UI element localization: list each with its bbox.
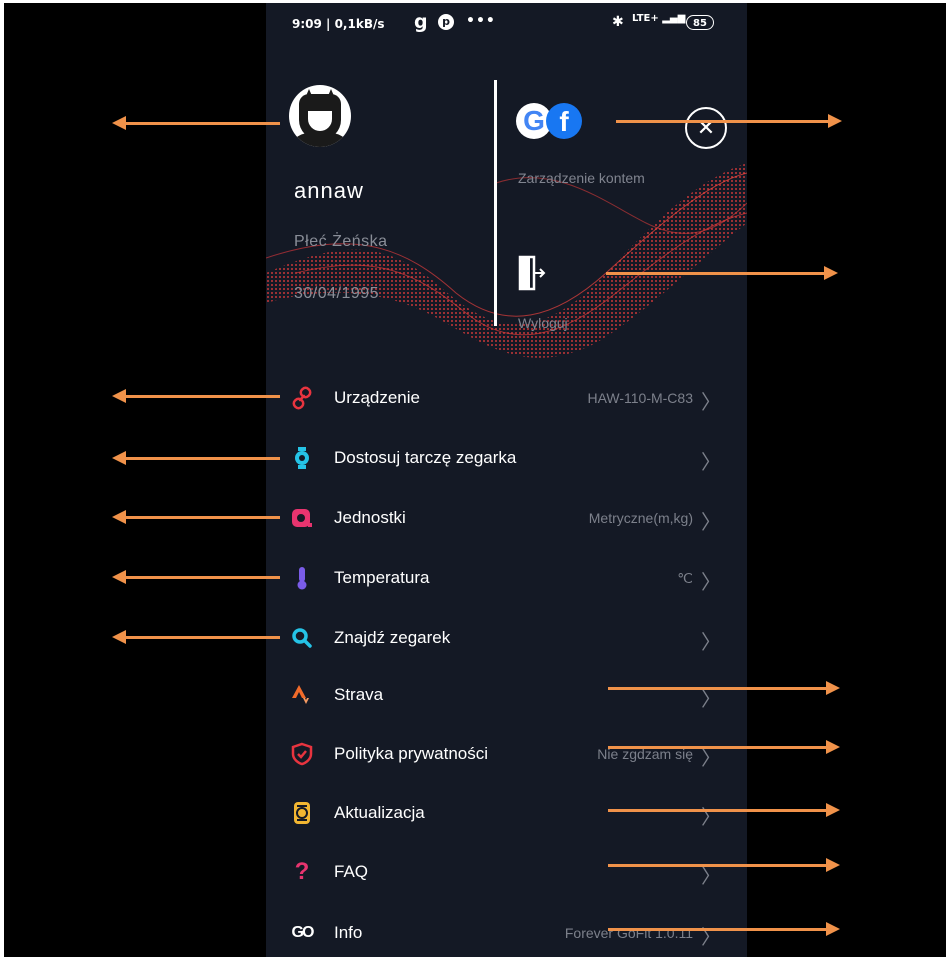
chevron-right-icon: 〉 — [701, 927, 721, 949]
chevron-right-icon: 〉 — [701, 452, 721, 474]
annotation-arrow-right — [608, 740, 840, 754]
username: annaw — [294, 178, 364, 203]
signal-icon: LTE+ ▂▄▆ — [632, 13, 686, 24]
more-notifications-icon: ••• — [466, 13, 496, 29]
annotation-arrow-right — [608, 858, 840, 872]
menu-item-label: FAQ — [334, 862, 369, 881]
units-icon — [290, 506, 314, 530]
menu-item-label: Jednostki — [334, 508, 406, 527]
gofit-logo-icon: GO — [291, 924, 315, 941]
vertical-divider — [494, 80, 497, 326]
menu-item-value: HAW-110-M-C83 — [587, 390, 693, 406]
annotation-arrow-right — [608, 681, 840, 695]
annotation-arrow-left — [112, 451, 280, 465]
question-icon: ? — [294, 858, 310, 885]
menu-item-device[interactable]: Urządzenie HAW-110-M-C83 〉 — [266, 378, 747, 418]
pinterest-icon: p — [438, 14, 454, 30]
menu-item-value: ℃ — [677, 570, 693, 586]
menu-item-watch-face[interactable]: Dostosuj tarczę zegarka 〉 — [266, 438, 747, 478]
menu-item-label: Aktualizacja — [334, 803, 425, 822]
close-icon[interactable]: ✕ — [685, 107, 727, 149]
menu-item-units[interactable]: Jednostki Metryczne(m,kg) 〉 — [266, 498, 747, 538]
avatar-body — [289, 133, 351, 147]
network-type: LTE+ — [632, 13, 659, 24]
annotation-arrow-right — [606, 266, 838, 280]
gender-label: Płeć Żeńska — [294, 233, 388, 250]
status-bar: 9:09 | 0,1kB/s g p ••• ✱ LTE+ ▂▄▆ 85 — [266, 3, 747, 45]
annotation-arrow-left — [112, 510, 280, 524]
birthdate-label: 30/04/1995 — [294, 285, 380, 302]
menu-item-label: Znajdź zegarek — [334, 628, 451, 647]
battery-level: 85 — [693, 18, 707, 29]
chevron-right-icon: 〉 — [701, 632, 721, 654]
annotation-arrow-left — [112, 570, 280, 584]
thermometer-icon — [290, 566, 314, 590]
facebook-icon[interactable]: f — [546, 103, 582, 139]
menu-item-strava[interactable]: Strava 〉 — [266, 675, 747, 715]
logout-icon[interactable] — [518, 255, 546, 291]
status-time: 9:09 | 0,1kB/s — [292, 17, 385, 31]
menu-item-label: Urządzenie — [334, 388, 420, 407]
update-icon — [290, 801, 314, 825]
link-icon — [290, 386, 314, 410]
logout-label[interactable]: Wyloguj — [518, 315, 568, 331]
annotation-arrow-right — [608, 803, 840, 817]
phone-screen: 9:09 | 0,1kB/s g p ••• ✱ LTE+ ▂▄▆ 85 ann… — [266, 3, 747, 957]
chevron-right-icon: 〉 — [701, 807, 721, 829]
battery-icon: 85 — [686, 15, 714, 30]
chevron-right-icon: 〉 — [701, 392, 721, 414]
annotation-arrow-left — [112, 116, 280, 130]
menu-item-find-watch[interactable]: Znajdź zegarek 〉 — [266, 618, 747, 658]
menu-item-privacy-policy[interactable]: Polityka prywatności Nie zgdzam się 〉 — [266, 734, 747, 774]
menu-item-label: Info — [334, 923, 363, 942]
menu-item-info[interactable]: GO Info Forever GoFit 1.0.11 〉 — [266, 913, 747, 953]
menu-item-label: Strava — [334, 685, 384, 704]
shield-icon — [290, 742, 314, 766]
menu-item-temperature[interactable]: Temperatura ℃ 〉 — [266, 558, 747, 598]
watch-face-icon — [290, 446, 314, 470]
menu-item-value: Metryczne(m,kg) — [588, 510, 693, 526]
chevron-right-icon: 〉 — [701, 572, 721, 594]
annotation-arrow-left — [112, 630, 280, 644]
annotation-arrow-right — [608, 922, 840, 936]
menu-item-update[interactable]: Aktualizacja 〉 — [266, 793, 747, 833]
chevron-right-icon: 〉 — [701, 512, 721, 534]
menu-item-faq[interactable]: ? FAQ 〉 — [266, 852, 747, 892]
g-app-icon: g — [414, 11, 428, 33]
bluetooth-icon: ✱ — [612, 14, 624, 30]
annotation-arrow-left — [112, 389, 280, 403]
menu-item-label: Temperatura — [334, 568, 430, 587]
menu-item-label: Dostosuj tarczę zegarka — [334, 448, 517, 467]
avatar[interactable] — [289, 85, 351, 147]
menu-item-label: Polityka prywatności — [334, 744, 489, 763]
manage-account-label[interactable]: Zarządzenie kontem — [518, 170, 645, 186]
strava-icon — [290, 683, 314, 707]
search-icon — [290, 626, 314, 650]
annotation-arrow-right — [616, 114, 842, 128]
